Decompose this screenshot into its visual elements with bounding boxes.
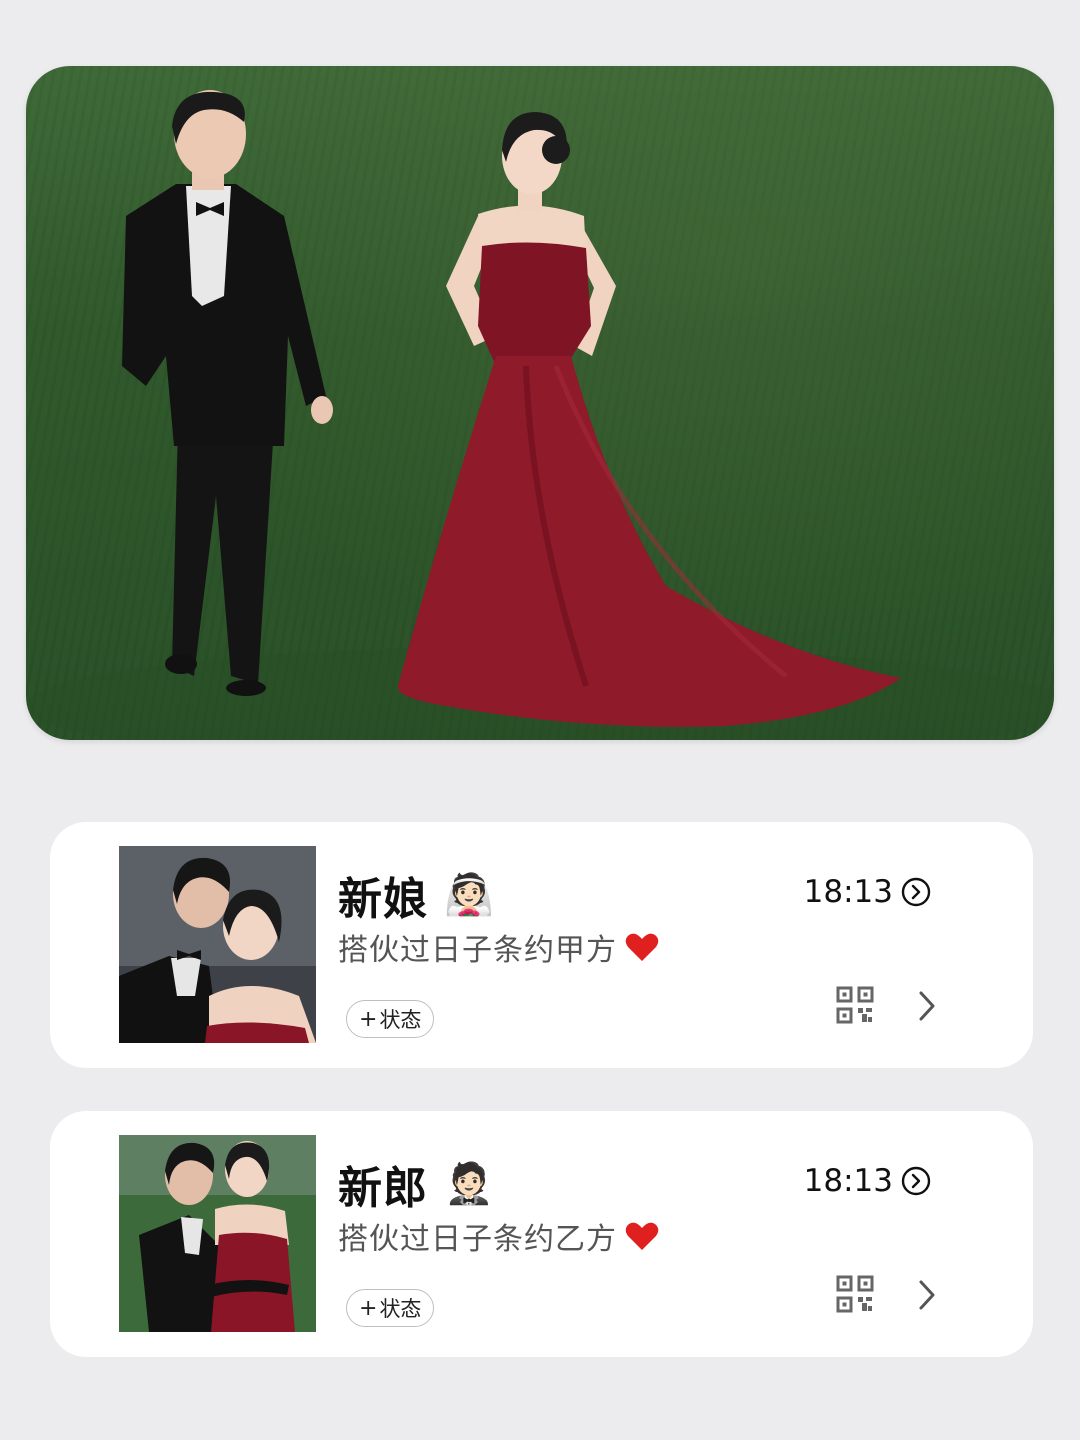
plus-icon: + <box>359 1006 378 1032</box>
avatar-photo <box>119 846 316 1043</box>
add-status-button[interactable]: + 状态 <box>346 1289 435 1327</box>
signature-text: 搭伙过日子条约甲方 <box>338 933 617 968</box>
time-row[interactable]: 18:13 <box>804 872 931 912</box>
groom-emoji: 🤵🏻 <box>444 1161 494 1207</box>
bride-figure <box>397 112 901 727</box>
bride-emoji: 👰🏻 <box>444 872 494 918</box>
chevron-right-icon[interactable] <box>917 1279 937 1311</box>
play-circle-icon <box>901 877 931 907</box>
signature-row: 搭伙过日子条约甲方 <box>338 924 659 970</box>
time-text: 18:13 <box>803 1163 893 1199</box>
contact-card-bride[interactable]: 新娘 👰🏻 搭伙过日子条约甲方 + 状态 18:13 <box>50 822 1033 1068</box>
contact-name[interactable]: 新郎 <box>338 1152 428 1216</box>
signature-row: 搭伙过日子条约乙方 <box>338 1213 659 1259</box>
chevron-right-icon[interactable] <box>917 990 937 1022</box>
time-row[interactable]: 18:13 <box>804 1161 931 1201</box>
avatar[interactable] <box>119 1135 316 1332</box>
play-circle-icon <box>901 1166 931 1196</box>
heart-icon <box>625 1222 659 1250</box>
avatar[interactable] <box>119 846 316 1043</box>
couple-illustration <box>26 90 1054 740</box>
contact-card-groom[interactable]: 新郎 🤵🏻 搭伙过日子条约乙方 + 状态 18:13 <box>50 1111 1033 1357</box>
qr-code-icon[interactable] <box>836 1275 874 1313</box>
heart-icon <box>625 933 659 961</box>
hero-photo <box>26 66 1054 740</box>
add-status-button[interactable]: + 状态 <box>346 1000 435 1038</box>
name-row: 新娘 👰🏻 <box>338 864 494 926</box>
status-label: 状态 <box>379 1008 422 1032</box>
avatar-photo <box>119 1135 316 1332</box>
contact-name[interactable]: 新娘 <box>338 863 428 927</box>
qr-code-icon[interactable] <box>836 986 874 1024</box>
signature-text: 搭伙过日子条约乙方 <box>338 1222 617 1257</box>
status-label: 状态 <box>379 1297 422 1321</box>
groom-figure <box>122 90 333 696</box>
page: 新娘 👰🏻 搭伙过日子条约甲方 + 状态 18:13 新郎 🤵🏻 搭伙过日子条约… <box>0 0 1080 1440</box>
plus-icon: + <box>359 1295 378 1321</box>
time-text: 18:13 <box>803 874 893 910</box>
name-row: 新郎 🤵🏻 <box>338 1153 494 1215</box>
